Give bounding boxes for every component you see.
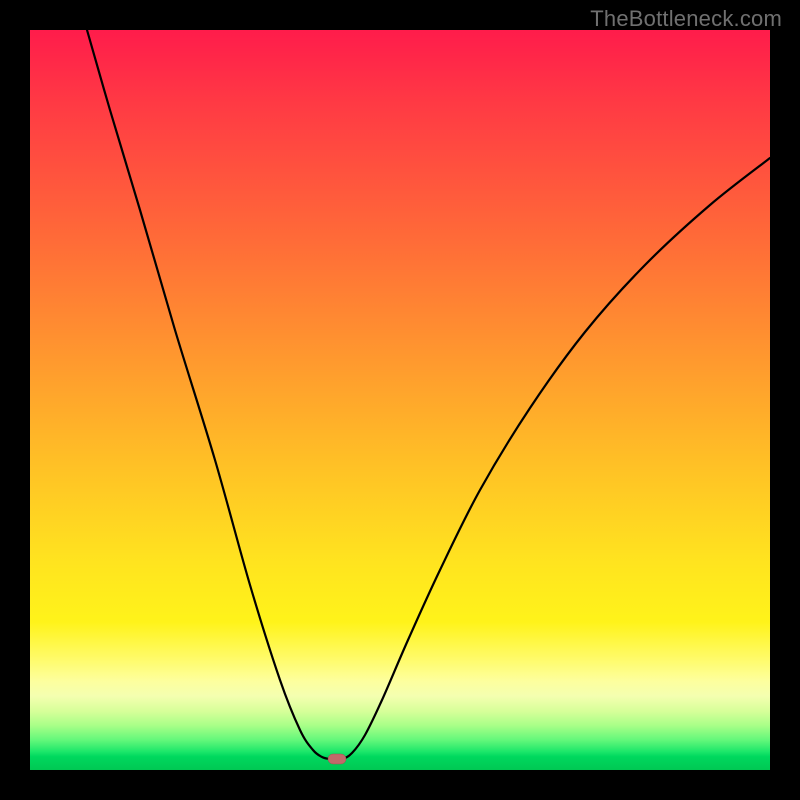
watermark-text: TheBottleneck.com xyxy=(590,6,782,32)
chart-frame: TheBottleneck.com xyxy=(0,0,800,800)
plot-area xyxy=(30,30,770,770)
optimal-point-marker xyxy=(328,754,346,764)
curve-layer xyxy=(30,30,770,770)
bottleneck-curve xyxy=(87,30,770,760)
